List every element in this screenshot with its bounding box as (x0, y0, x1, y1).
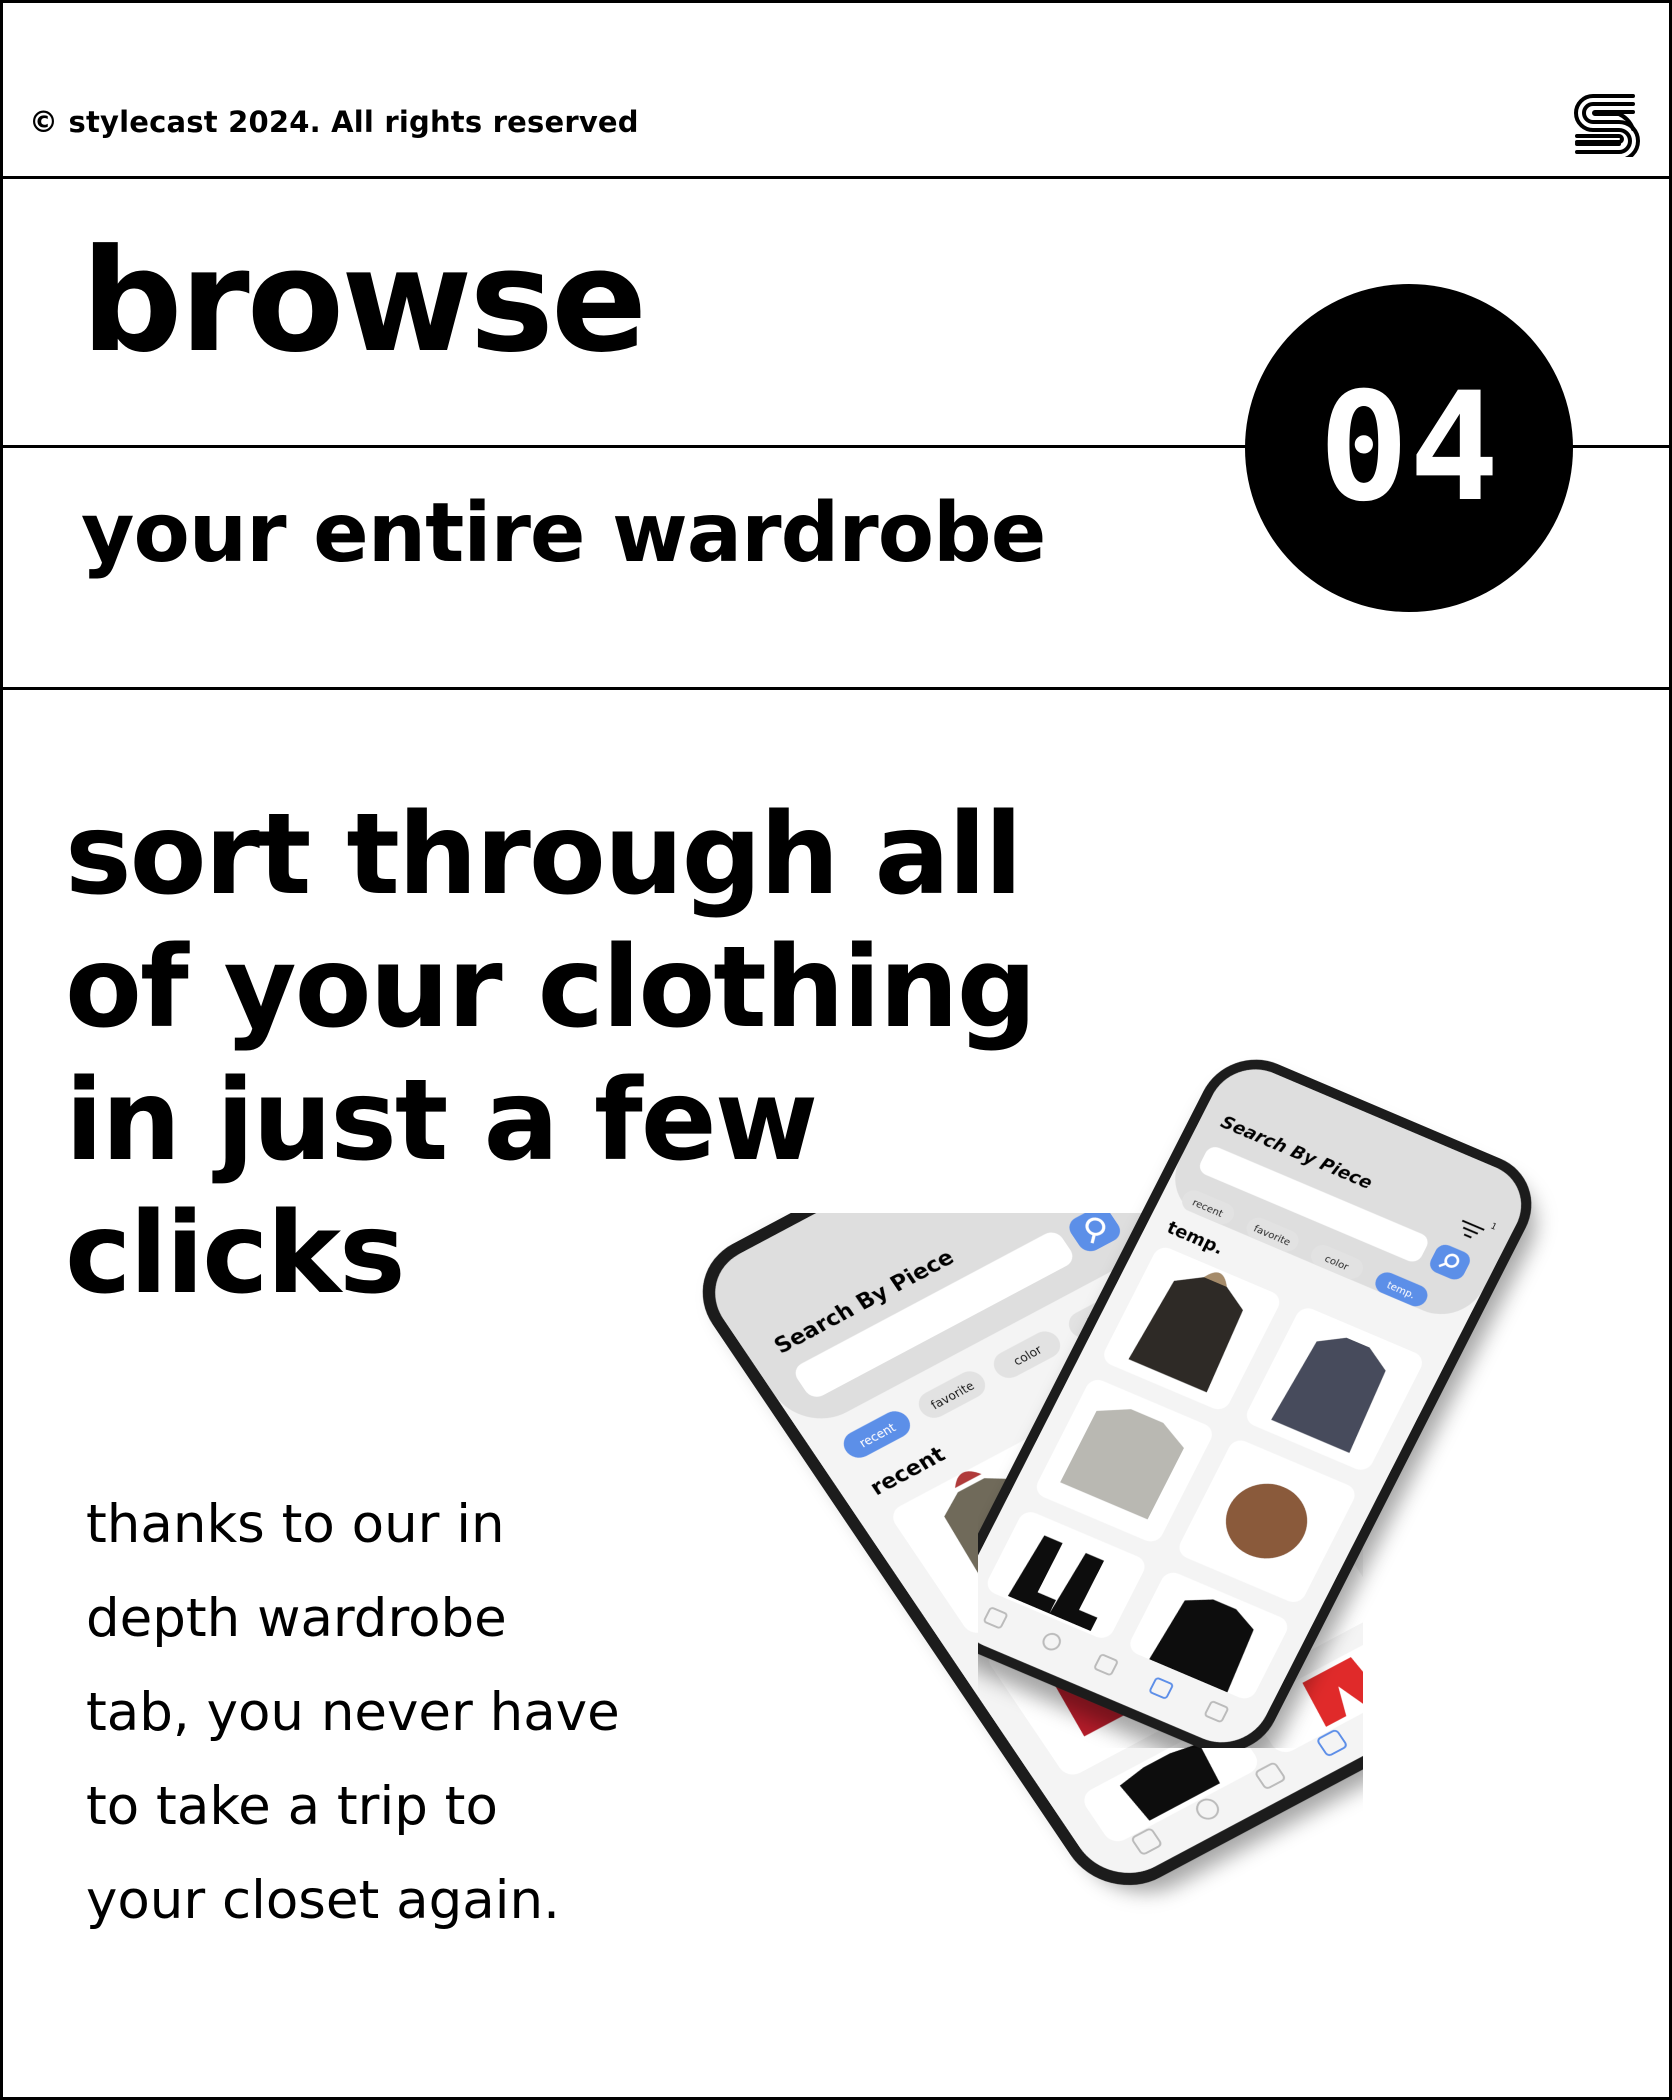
page-subtitle: your entire wardrobe (81, 486, 1046, 581)
body-line: your closet again. (86, 1870, 560, 1931)
body-text: thanks to our in depth wardrobe tab, you… (86, 1478, 706, 1948)
step-number: 04 (1318, 361, 1500, 535)
headline-line: of your clothing (65, 923, 1037, 1053)
body-line: thanks to our in (86, 1494, 505, 1555)
poster-frame: © stylecast 2024. All rights reserved br… (0, 0, 1672, 2100)
step-badge: 04 (1245, 284, 1573, 612)
copyright-text: © stylecast 2024. All rights reserved (29, 105, 639, 139)
page-title: browse (81, 219, 647, 384)
divider-bottom (3, 687, 1672, 690)
divider-top (3, 176, 1672, 179)
body-line: depth wardrobe (86, 1588, 507, 1649)
front-phone-mockup: Search By Piece 1 recent favorite color … (978, 1059, 1532, 1748)
stylecast-logo-icon (1574, 94, 1640, 157)
body-line: to take a trip to (86, 1776, 498, 1837)
headline-line: in just a few (65, 1056, 818, 1186)
body-line: tab, you never have (86, 1682, 620, 1743)
headline-line: sort through all (65, 790, 1023, 920)
